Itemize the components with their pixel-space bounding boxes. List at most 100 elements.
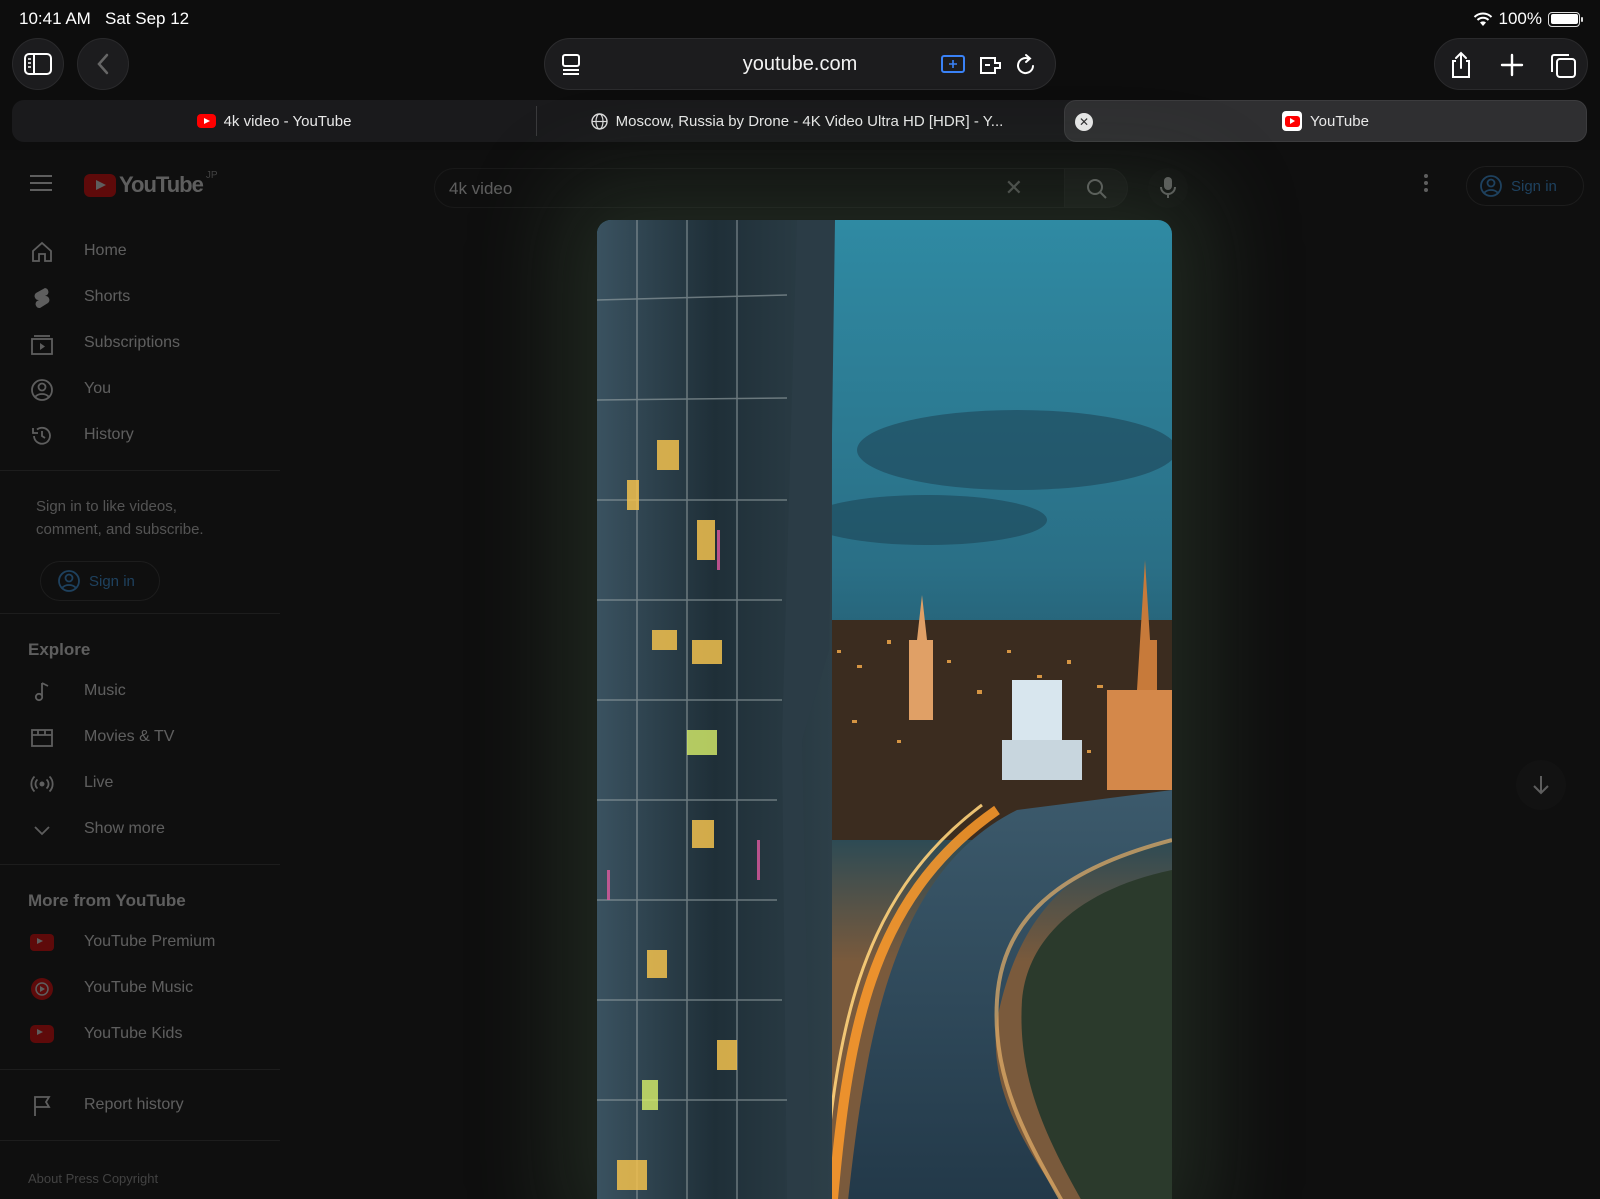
sidebar-divider [0,864,280,865]
sign-in-label: Sign in [1511,177,1557,195]
tab-moscow-drone[interactable]: Moscow, Russia by Drone - 4K Video Ultra… [538,100,1056,142]
sidebar-item-label: You [84,380,111,397]
sign-in-button[interactable]: Sign in [1466,166,1584,206]
more-options-icon[interactable] [1424,174,1428,192]
country-code: JP [205,169,218,181]
status-date: Sat Sep 12 [105,9,190,28]
footer-links[interactable]: About Press Copyright [0,1153,280,1199]
youtube-kids-icon [30,1025,54,1043]
voice-search-button[interactable] [1148,168,1188,208]
search-input[interactable]: 4k video ✕ [434,168,1074,208]
youtube-logo-icon [84,173,116,197]
sidebar-item-premium[interactable]: YouTube Premium [0,919,280,965]
globe-icon [590,112,608,130]
youtube-premium-icon [30,934,54,951]
sidebar-item-music-app[interactable]: YouTube Music [0,965,280,1011]
shorts-video-player[interactable] [597,220,1172,1199]
sidebar-item-label: Shorts [84,288,131,305]
tab-label: YouTube [1310,112,1369,130]
arrow-down-icon [1533,776,1549,795]
sidebar-item-label: History [84,426,134,443]
sidebar-item-music[interactable]: Music [0,668,280,714]
sidebar-item-shorts[interactable]: Shorts [0,274,280,320]
chevron-left-icon [97,53,109,75]
reload-icon[interactable] [1015,53,1037,77]
youtube-logo-text: YouTube [119,172,204,197]
youtube-favicon-icon [1282,111,1303,131]
explore-heading: Explore [28,640,91,659]
sidebar-item-label: YouTube Premium [84,933,216,950]
tab-overview-icon[interactable] [1549,51,1577,79]
new-tab-icon[interactable] [1498,51,1526,79]
search-button[interactable] [1064,168,1128,208]
sidebar-item-kids[interactable]: YouTube Kids [0,1011,280,1057]
status-time: 10:41 AM [19,9,91,28]
sidebar-item-label: Subscriptions [84,334,181,351]
sidebar-divider [0,1069,280,1070]
home-icon [32,241,52,262]
sidebar-item-subscriptions[interactable]: Subscriptions [0,320,280,366]
sidebar-item-label: Live [84,774,114,791]
wifi-icon [1473,12,1492,26]
tab-youtube[interactable]: ✕ YouTube [1064,100,1587,142]
battery-percent: 100% [1498,9,1542,28]
flag-icon [34,1096,51,1116]
sidebar-item-report-history[interactable]: Report history [0,1082,280,1128]
status-bar: 10:41 AM Sat Sep 12 100% [0,0,1600,36]
battery-icon [1548,11,1583,27]
youtube-sidebar: Home Shorts Subscriptions You History Si… [0,222,280,1199]
sidebar-item-you[interactable]: You [0,366,280,412]
search-icon [1087,179,1107,199]
sidebar-item-home[interactable]: Home [0,228,280,274]
live-icon [30,775,54,793]
youtube-header: YouTube JP 4k video ✕ Sign in [0,150,1600,222]
sidebar-item-movies[interactable]: Movies & TV [0,714,280,760]
sidebar-icon [24,53,52,75]
tab-bar: 4k video - YouTube Moscow, Russia by Dro… [12,100,1587,142]
sidebar-item-label: Report history [84,1096,184,1113]
sidebar-item-label: Show more [84,820,165,837]
status-indicators: 100% [1473,9,1583,29]
clear-search-icon[interactable]: ✕ [1005,175,1023,201]
next-short-button[interactable] [1516,760,1566,810]
sidebar-item-live[interactable]: Live [0,760,280,806]
history-icon [32,426,51,445]
account-icon [1480,175,1502,197]
address-bar[interactable]: youtube.com [544,38,1056,90]
sign-in-prompt: Sign in to like videos, comment, and sub… [36,498,204,538]
sidebar-divider [0,470,280,471]
close-tab-icon[interactable]: ✕ [1075,113,1093,131]
sidebar-item-label: YouTube Kids [84,1025,183,1042]
menu-icon[interactable] [30,175,52,191]
tab-4k-video[interactable]: 4k video - YouTube [12,100,536,142]
youtube-logo[interactable]: YouTube JP [84,169,218,198]
sign-in-label: Sign in [89,572,135,590]
browser-toolbar: youtube.com [0,36,1600,92]
picture-in-picture-icon[interactable] [941,54,965,74]
chevron-down-icon [34,826,50,836]
sidebar-item-show-more[interactable]: Show more [0,806,280,852]
tab-label: 4k video - YouTube [223,112,352,130]
sidebar-item-label: Music [84,682,126,699]
you-icon [31,379,53,401]
tab-label: Moscow, Russia by Drone - 4K Video Ultra… [615,112,1004,130]
youtube-music-icon [31,978,53,1000]
sidebar-divider [0,613,280,614]
toolbar-actions [1434,38,1588,90]
more-from-youtube-heading: More from YouTube [28,891,186,910]
back-button[interactable] [77,38,129,90]
sidebar-toggle-button[interactable] [12,38,64,90]
subscriptions-icon [31,335,53,355]
video-frame-city-night [597,220,1172,1199]
sidebar-item-label: Movies & TV [84,728,175,745]
music-icon [34,682,49,702]
tab-divider [536,106,537,136]
movies-icon [31,729,53,747]
sidebar-item-history[interactable]: History [0,412,280,458]
sidebar-sign-in-button[interactable]: Sign in [40,561,160,601]
share-icon[interactable] [1447,51,1475,79]
status-clock: 10:41 AM Sat Sep 12 [19,9,189,29]
sidebar-divider [0,1140,280,1141]
extension-icon[interactable] [978,53,1004,77]
sidebar-item-label: Home [84,242,127,259]
